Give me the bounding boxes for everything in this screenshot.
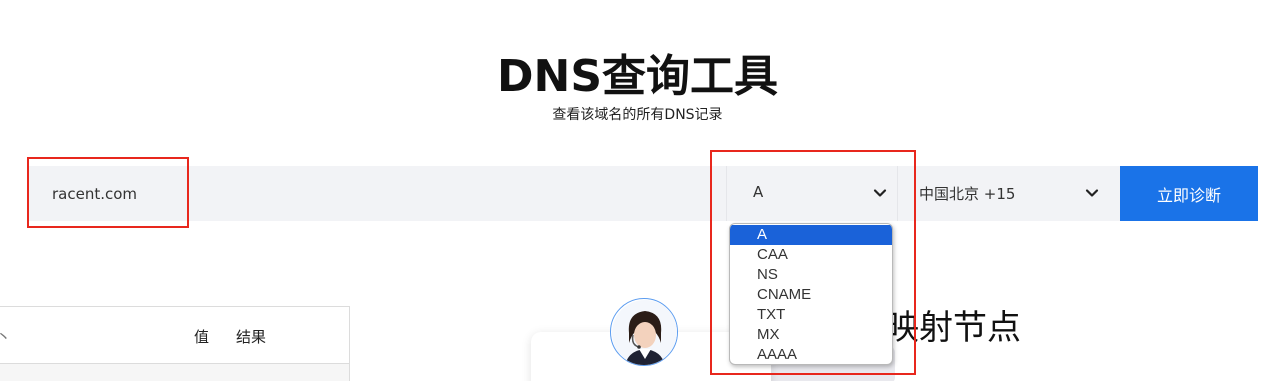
page-title: DNS查询工具 [496, 51, 779, 102]
dns-tool-page: DNS查询工具 查看该域名的所有DNS记录 A 中国北京 +15 立即诊断 丶 … [0, 0, 1275, 381]
table-header-partial: 丶 [0, 328, 12, 346]
support-agent-avatar [610, 298, 678, 366]
table-header-result: 结果 [236, 328, 267, 346]
table-header: 丶 值 结果 [0, 307, 349, 364]
table-row [0, 364, 349, 381]
page-subtitle: 查看该域名的所有DNS记录 [552, 107, 723, 123]
highlight-box-domain [27, 157, 189, 228]
search-bar: A 中国北京 +15 [28, 166, 1120, 221]
chevron-down-icon [1085, 186, 1099, 200]
highlight-box-record-type [710, 150, 916, 375]
table-header-value: 值 [194, 328, 210, 346]
region-select[interactable]: 中国北京 +15 [907, 166, 1117, 221]
region-selected: 中国北京 +15 [919, 185, 1016, 203]
diagnose-button[interactable]: 立即诊断 [1120, 166, 1258, 221]
results-table: 丶 值 结果 [0, 306, 350, 381]
